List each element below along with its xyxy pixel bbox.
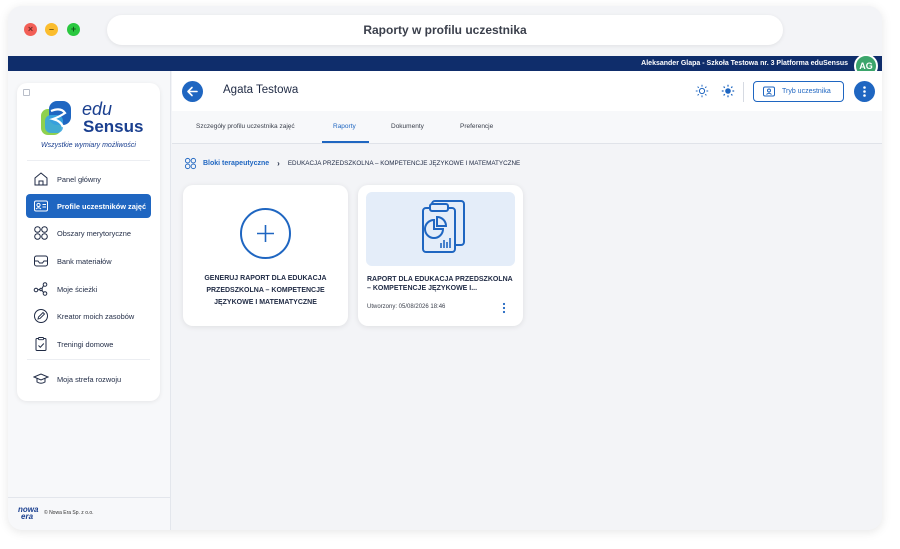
divider: [8, 497, 171, 498]
top-status-bar: Aleksander Glapa - Szkoła Testowa nr. 3 …: [8, 56, 882, 71]
title-bar: × – + Raporty w profilu uczestnika: [8, 6, 882, 55]
profile-card-icon: [34, 200, 48, 212]
sidebar-item-label: Panel główny: [57, 174, 101, 184]
sidebar-item-label: Treningi domowe: [57, 339, 114, 349]
report-card[interactable]: RAPORT DLA EDUKACJA PRZEDSZKOLNA – KOMPE…: [358, 185, 523, 326]
sidebar-item-label: Obszary merytoryczne: [57, 228, 131, 238]
report-options-icon[interactable]: [501, 302, 507, 314]
edusensus-logo[interactable]: edu Sensus: [37, 97, 143, 139]
sidebar-item-obszary-merytoryczne[interactable]: Obszary merytoryczne: [26, 221, 151, 245]
collapse-sidebar-icon[interactable]: [23, 89, 30, 96]
participant-mode-label: Tryb uczestnika: [782, 88, 831, 95]
kebab-menu-icon: [863, 86, 866, 97]
sidebar: edu Sensus Wszystkie wymiary możliwości …: [8, 71, 171, 530]
sidebar-item-label: Profile uczestników zajęć: [57, 201, 147, 211]
sidebar-item-kreator-zasobow[interactable]: Kreator moich zasobów: [26, 304, 151, 328]
generate-report-line2: PRZEDSZKOLNA – KOMPETENCJE: [206, 287, 325, 294]
report-thumbnail: [366, 192, 515, 266]
tab-szczegoly-profilu[interactable]: Szczegóły profilu uczestnika zajęć: [196, 123, 295, 130]
clipboard-check-icon: [35, 337, 47, 351]
sun-outline-icon[interactable]: [695, 84, 709, 98]
sidebar-item-treningi-domowe[interactable]: Treningi domowe: [26, 332, 151, 356]
participant-mode-button[interactable]: Tryb uczestnika: [753, 81, 844, 102]
tab-raporty[interactable]: Raporty: [333, 123, 356, 130]
sidebar-item-panel-glowny[interactable]: Panel główny: [26, 167, 151, 191]
sidebar-item-moje-sciezki[interactable]: Moje ścieżki: [26, 277, 151, 301]
logo-text-sensus: Sensus: [83, 117, 144, 136]
more-options-button[interactable]: [854, 81, 875, 102]
copyright-text: © Nowa Era Sp. z o.o.: [44, 510, 94, 516]
report-title: RAPORT DLA EDUKACJA PRZEDSZKOLNA – KOMPE…: [367, 275, 517, 293]
report-title-line2: – KOMPETENCJE JĘZYKOWE I...: [367, 285, 478, 292]
tagline: Wszystkie wymiary możliwości: [41, 142, 136, 149]
maximize-window-button[interactable]: +: [67, 23, 80, 36]
profile-header: Agata Testowa Tryb uczestnika: [172, 71, 882, 111]
sun-filled-icon[interactable]: [721, 84, 735, 98]
nowa-era-logo: nowa era: [18, 506, 40, 521]
tab-dokumenty[interactable]: Dokumenty: [391, 123, 424, 130]
edit-icon: [34, 309, 48, 323]
sidebar-item-strefa-rozwoju[interactable]: Moja strefa rozwoju: [26, 367, 151, 391]
tab-preferencje[interactable]: Preferencje: [460, 123, 493, 130]
plus-icon-glyph: [257, 225, 274, 242]
sidebar-item-label: Bank materiałów: [57, 256, 112, 266]
grid-icon: [34, 226, 48, 240]
edusensus-logo-mark: [41, 101, 71, 135]
sidebar-menu: edu Sensus Wszystkie wymiary możliwości …: [17, 83, 160, 401]
active-tab-indicator: [322, 141, 369, 143]
close-window-button[interactable]: ×: [24, 23, 37, 36]
graduation-cap-icon: [33, 373, 49, 384]
path-icon: [33, 282, 48, 296]
generate-report-line1: GENERUJ RAPORT DLA EDUKACJA: [204, 275, 327, 282]
report-title-line1: RAPORT DLA EDUKACJA PRZEDSZKOLNA: [367, 276, 513, 283]
nowa-era-logo-line2: era: [21, 512, 34, 521]
sidebar-item-profile-uczestnikow[interactable]: Profile uczestników zajęć: [26, 194, 151, 218]
blocks-icon: [184, 157, 197, 169]
sidebar-item-label: Moja strefa rozwoju: [57, 374, 122, 384]
back-button[interactable]: [182, 81, 203, 102]
window-title: Raporty w profilu uczestnika: [107, 15, 783, 45]
app-window: × – + Raporty w profilu uczestnika Aleks…: [8, 6, 882, 530]
sidebar-item-bank-materialow[interactable]: Bank materiałów: [26, 249, 151, 273]
generate-report-line3: JĘZYKOWE I MATEMATYCZNE: [214, 299, 317, 306]
chevron-right-icon: ›: [277, 158, 280, 168]
footer: nowa era © Nowa Era Sp. z o.o.: [18, 506, 94, 521]
sidebar-item-label: Kreator moich zasobów: [57, 311, 135, 321]
inbox-icon: [34, 255, 48, 267]
minimize-window-button[interactable]: –: [45, 23, 58, 36]
page-title: Agata Testowa: [223, 84, 299, 96]
sidebar-item-label: Moje ścieżki: [57, 284, 98, 294]
profile-tabs: Szczegóły profilu uczestnika zajęć Rapor…: [172, 111, 882, 144]
home-icon: [34, 172, 48, 186]
user-info: Aleksander Glapa - Szkoła Testowa nr. 3 …: [641, 60, 848, 67]
breadcrumb-current: EDUKACJA PRZEDSZKOLNA – KOMPETENCJE JĘZY…: [287, 159, 521, 167]
breadcrumb-root-link[interactable]: Bloki terapeutyczne: [203, 160, 269, 167]
breadcrumb: Bloki terapeutyczne › EDUKACJA PRZEDSZKO…: [184, 156, 520, 170]
report-created-date: Utworzony: 05/08/2026 18:46: [367, 304, 446, 310]
divider: [27, 359, 150, 360]
participant-mode-icon: [763, 86, 775, 96]
generate-report-label: GENERUJ RAPORT DLA EDUKACJA PRZEDSZKOLNA…: [195, 273, 336, 309]
report-document-icon: [422, 200, 465, 253]
main-content: Agata Testowa Tryb uczestnika Szczegóły …: [172, 71, 882, 530]
plus-icon: [240, 208, 291, 259]
divider: [27, 160, 150, 161]
generate-report-card[interactable]: GENERUJ RAPORT DLA EDUKACJA PRZEDSZKOLNA…: [183, 185, 348, 326]
divider: [743, 82, 744, 102]
arrow-left-icon: [187, 86, 198, 97]
